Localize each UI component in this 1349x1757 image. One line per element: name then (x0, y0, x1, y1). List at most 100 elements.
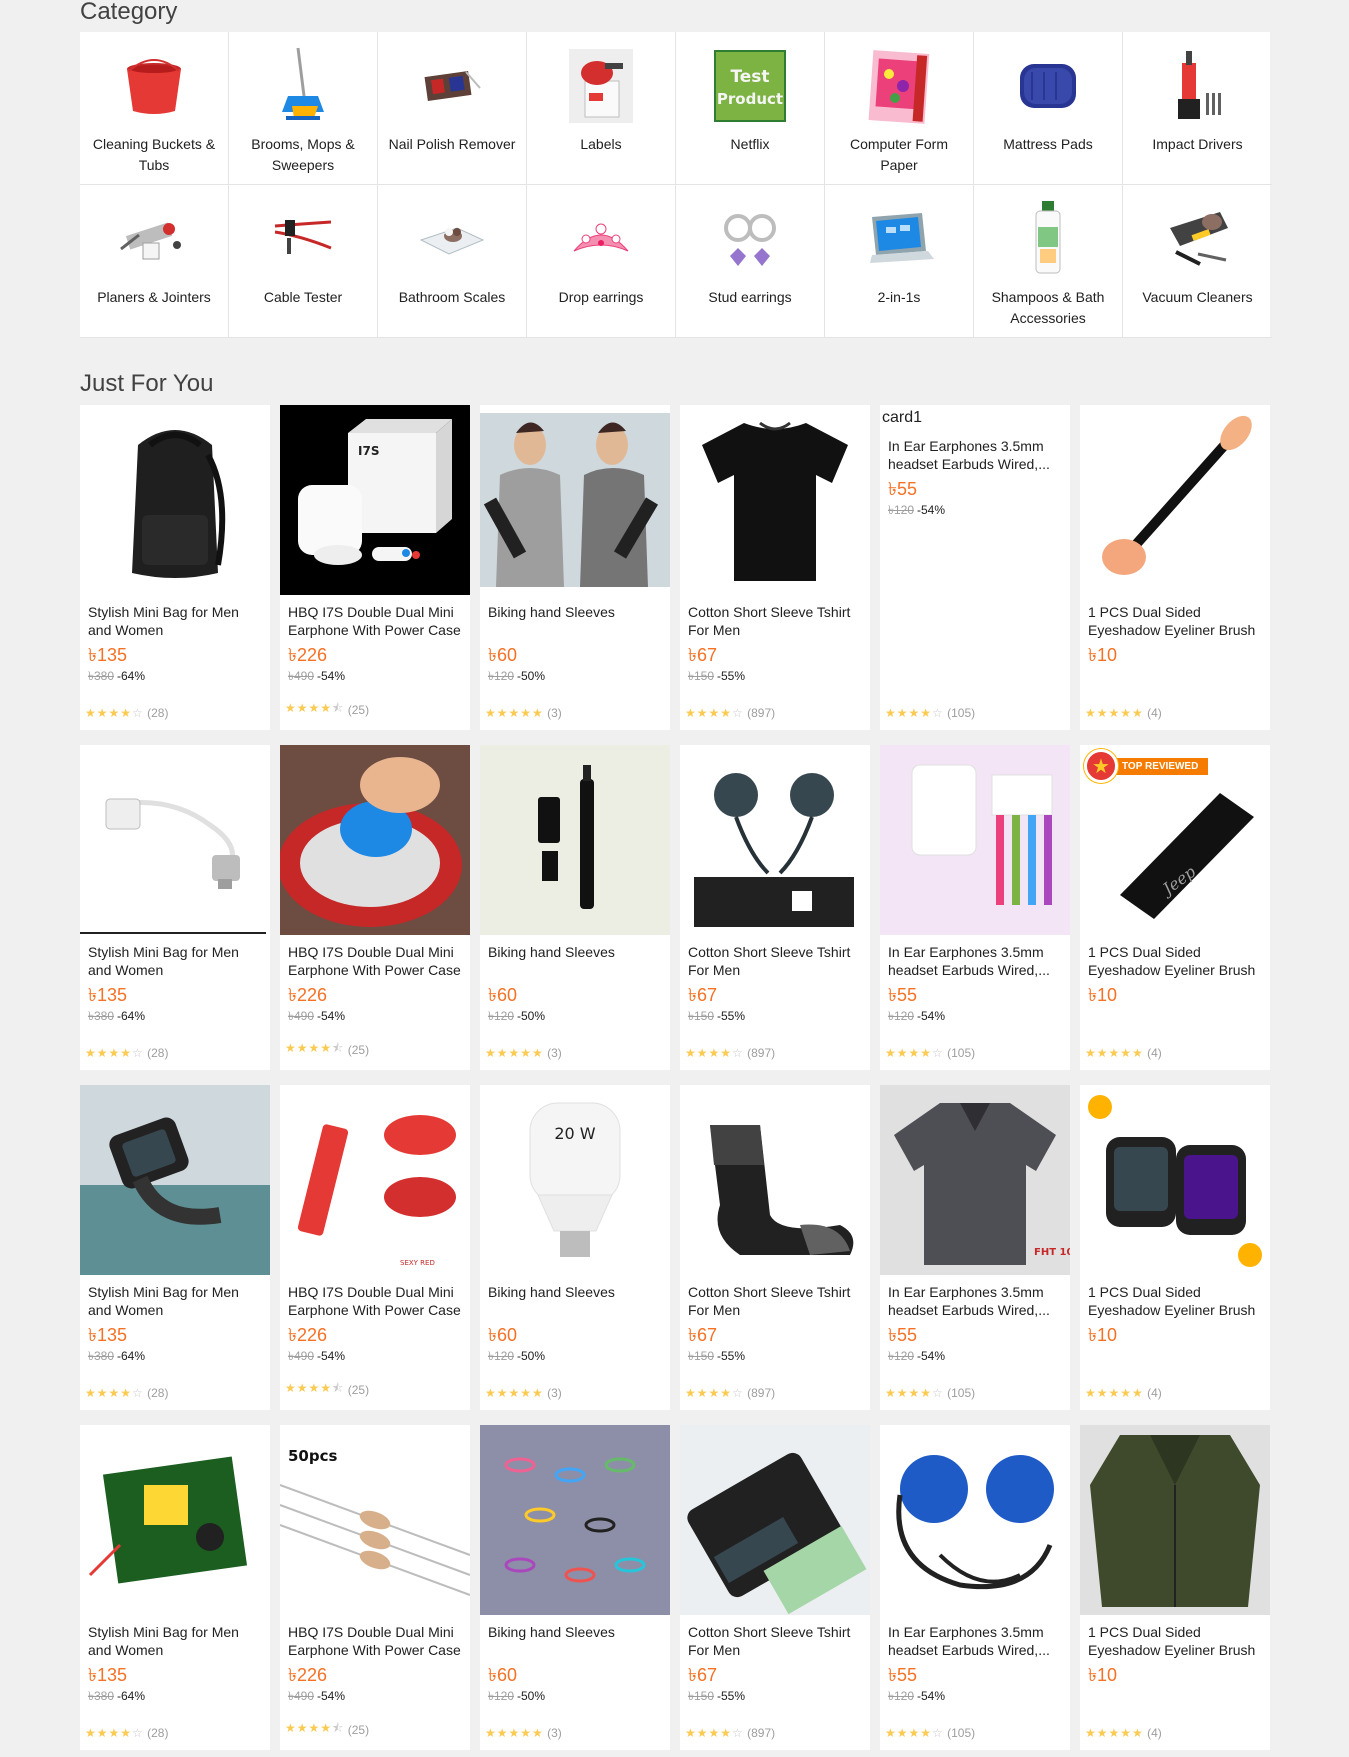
category-item[interactable]: Mattress Pads (974, 32, 1123, 185)
product-card[interactable]: Biking hand Sleeves ৳60 ৳120 -50% ★★★★★ (3) (480, 1425, 670, 1750)
product-rating: ★★★★☆ (28) (85, 1046, 168, 1060)
review-count: (4) (1147, 1386, 1162, 1400)
discount-percent: -54% (317, 1009, 346, 1023)
product-original-price: ৳380 -64% (88, 1008, 262, 1024)
product-card[interactable]: Biking hand Sleeves ৳60 ৳120 -50% ★★★★★ (3) (480, 745, 670, 1070)
filled-stars: ★★★★★ (1085, 1726, 1144, 1740)
category-item[interactable]: Stud earrings (676, 185, 825, 338)
discount-percent: -55% (717, 1009, 746, 1023)
category-item[interactable]: Bathroom Scales (378, 185, 527, 338)
star-icons: ★★★★☆ (85, 1046, 144, 1060)
product-price: ৳67 (688, 985, 717, 1005)
product-card[interactable]: Cotton Short Sleeve Tshirt For Men ৳67 ৳15… (680, 1085, 870, 1410)
product-grid: Stylish Mini Bag for Men and Women ৳135 ৳3… (80, 405, 1270, 1750)
filled-stars: ★★★★★ (485, 1726, 544, 1740)
category-item[interactable]: Nail Polish Remover (378, 32, 527, 185)
category-label: Labels (580, 136, 622, 152)
product-rating: ★★★★☆ (897) (685, 1386, 775, 1400)
product-card[interactable]: SEXY RED HBQ I7S Double Dual Mini Earphon… (280, 1085, 470, 1410)
review-count: (25) (347, 1042, 370, 1057)
product-card[interactable]: 1 PCS Dual Sided Eyeshadow Eyeliner Brus… (1080, 405, 1270, 730)
filled-stars: ★★★★ (285, 1381, 333, 1395)
category-label: 2-in-1s (877, 289, 921, 305)
product-price: ৳10 (1088, 985, 1117, 1005)
product-card[interactable]: 20 W Biking hand Sleeves ৳60 ৳120 -50% ★★★★★ … (480, 1085, 670, 1410)
category-item[interactable]: Cable Tester (229, 185, 378, 338)
product-original-price: ৳120 -50% (488, 1008, 662, 1024)
product-name: Stylish Mini Bag for Men and Women (88, 1624, 239, 1658)
original-price: ৳120 (888, 1009, 914, 1023)
review-count: (25) (347, 1382, 370, 1397)
product-card[interactable]: HBQ I7S Double Dual Mini Earphone With P… (280, 745, 470, 1070)
product-card[interactable]: FHT 102 In Ear Earphones 3.5mm headset Ea… (880, 1085, 1070, 1410)
filled-stars: ★★★★★ (1085, 1386, 1144, 1400)
product-original-price: ৳150 -55% (688, 1688, 862, 1704)
category-item[interactable]: Cleaning Buckets & Tubs (80, 32, 229, 185)
product-card[interactable]: 50pcs HBQ I7S Double Dual Mini Earphone W… (280, 1425, 470, 1750)
product-image (80, 405, 270, 595)
product-card[interactable]: In Ear Earphones 3.5mm headset Earbuds W… (880, 1425, 1070, 1750)
product-name: Biking hand Sleeves (488, 604, 615, 620)
product-card[interactable]: I7S HBQ I7S Double Dual Mini Earphone Wit… (280, 405, 470, 730)
product-price: ৳55 (888, 479, 917, 499)
category-item[interactable]: Shampoos & Bath Accessories (974, 185, 1123, 338)
product-image (680, 745, 870, 935)
product-card[interactable]: card1 In Ear Earphones 3.5mm headset Earb… (880, 405, 1070, 730)
product-image (1080, 1085, 1270, 1275)
product-card[interactable]: Jeep 1 PCS Dual Sided Eyeshadow Eyeliner … (1080, 745, 1270, 1070)
discount-percent: -55% (717, 1349, 746, 1363)
original-price: ৳120 (888, 1689, 914, 1703)
product-name: HBQ I7S Double Dual Mini Earphone With P… (288, 944, 461, 978)
product-price: ৳60 (488, 985, 517, 1005)
category-item[interactable]: Test Product Netflix (676, 32, 825, 185)
discount-percent: -64% (117, 1009, 146, 1023)
product-price: ৳67 (688, 645, 717, 665)
product-card[interactable]: Stylish Mini Bag for Men and Women ৳135 ৳3… (80, 1425, 270, 1750)
product-image: 50pcs (280, 1425, 470, 1615)
star-icons: ★★★★⯪ (285, 1379, 344, 1400)
product-name: 1 PCS Dual Sided Eyeshadow Eyeliner Brus… (1088, 604, 1256, 638)
product-card[interactable]: 1 PCS Dual Sided Eyeshadow Eyeliner Brus… (1080, 1425, 1270, 1750)
filled-stars: ★★★★ (685, 1726, 733, 1740)
category-item[interactable]: Vacuum Cleaners (1123, 185, 1272, 338)
category-item[interactable]: 2-in-1s (825, 185, 974, 338)
category-item[interactable]: Drop earrings (527, 185, 676, 338)
star-icons: ★★★★⯪ (285, 1039, 344, 1060)
scale-icon (412, 199, 492, 279)
original-price: ৳120 (888, 1349, 914, 1363)
review-count: (897) (747, 1046, 776, 1060)
category-item[interactable]: Computer Form Paper (825, 32, 974, 185)
star-icons: ★★★★☆ (885, 706, 944, 720)
category-item[interactable]: Impact Drivers (1123, 32, 1272, 185)
category-item[interactable]: Labels (527, 32, 676, 185)
category-item[interactable]: Brooms, Mops & Sweepers (229, 32, 378, 185)
original-price: ৳490 (288, 669, 314, 683)
review-count: (3) (547, 1386, 562, 1400)
svg-text:Test: Test (730, 67, 769, 87)
svg-text:Product: Product (717, 90, 783, 108)
empty-stars: ☆ (932, 1386, 944, 1400)
product-card[interactable]: Stylish Mini Bag for Men and Women ৳135 ৳3… (80, 1085, 270, 1410)
product-card[interactable]: Biking hand Sleeves ৳60 ৳120 -50% ★★★★★ (3) (480, 405, 670, 730)
product-image (480, 1425, 670, 1615)
product-card[interactable]: Stylish Mini Bag for Men and Women ৳135 ৳3… (80, 745, 270, 1070)
empty-stars: ☆ (132, 1726, 144, 1740)
product-image (480, 745, 670, 935)
product-card[interactable]: Cotton Short Sleeve Tshirt For Men ৳67 ৳15… (680, 405, 870, 730)
discount-percent: -50% (517, 1349, 546, 1363)
product-original-price: ৳150 -55% (688, 668, 862, 684)
product-price: ৳10 (1088, 645, 1117, 665)
product-card[interactable]: Stylish Mini Bag for Men and Women ৳135 ৳3… (80, 405, 270, 730)
product-card[interactable]: Cotton Short Sleeve Tshirt For Men ৳67 ৳15… (680, 745, 870, 1070)
drill-icon (1158, 46, 1238, 126)
broken-image-alt: card1 (882, 409, 923, 426)
product-card[interactable]: 1 PCS Dual Sided Eyeshadow Eyeliner Brus… (1080, 1085, 1270, 1410)
mattress-icon (1008, 46, 1088, 126)
product-card[interactable]: In Ear Earphones 3.5mm headset Earbuds W… (880, 745, 1070, 1070)
product-price: ৳55 (888, 1325, 917, 1345)
product-original-price: ৳490 -54% (288, 1688, 462, 1704)
star-icons: ★★★★☆ (85, 1386, 144, 1400)
original-price: ৳120 (488, 1689, 514, 1703)
category-item[interactable]: Planers & Jointers (80, 185, 229, 338)
product-card[interactable]: Cotton Short Sleeve Tshirt For Men ৳67 ৳15… (680, 1425, 870, 1750)
